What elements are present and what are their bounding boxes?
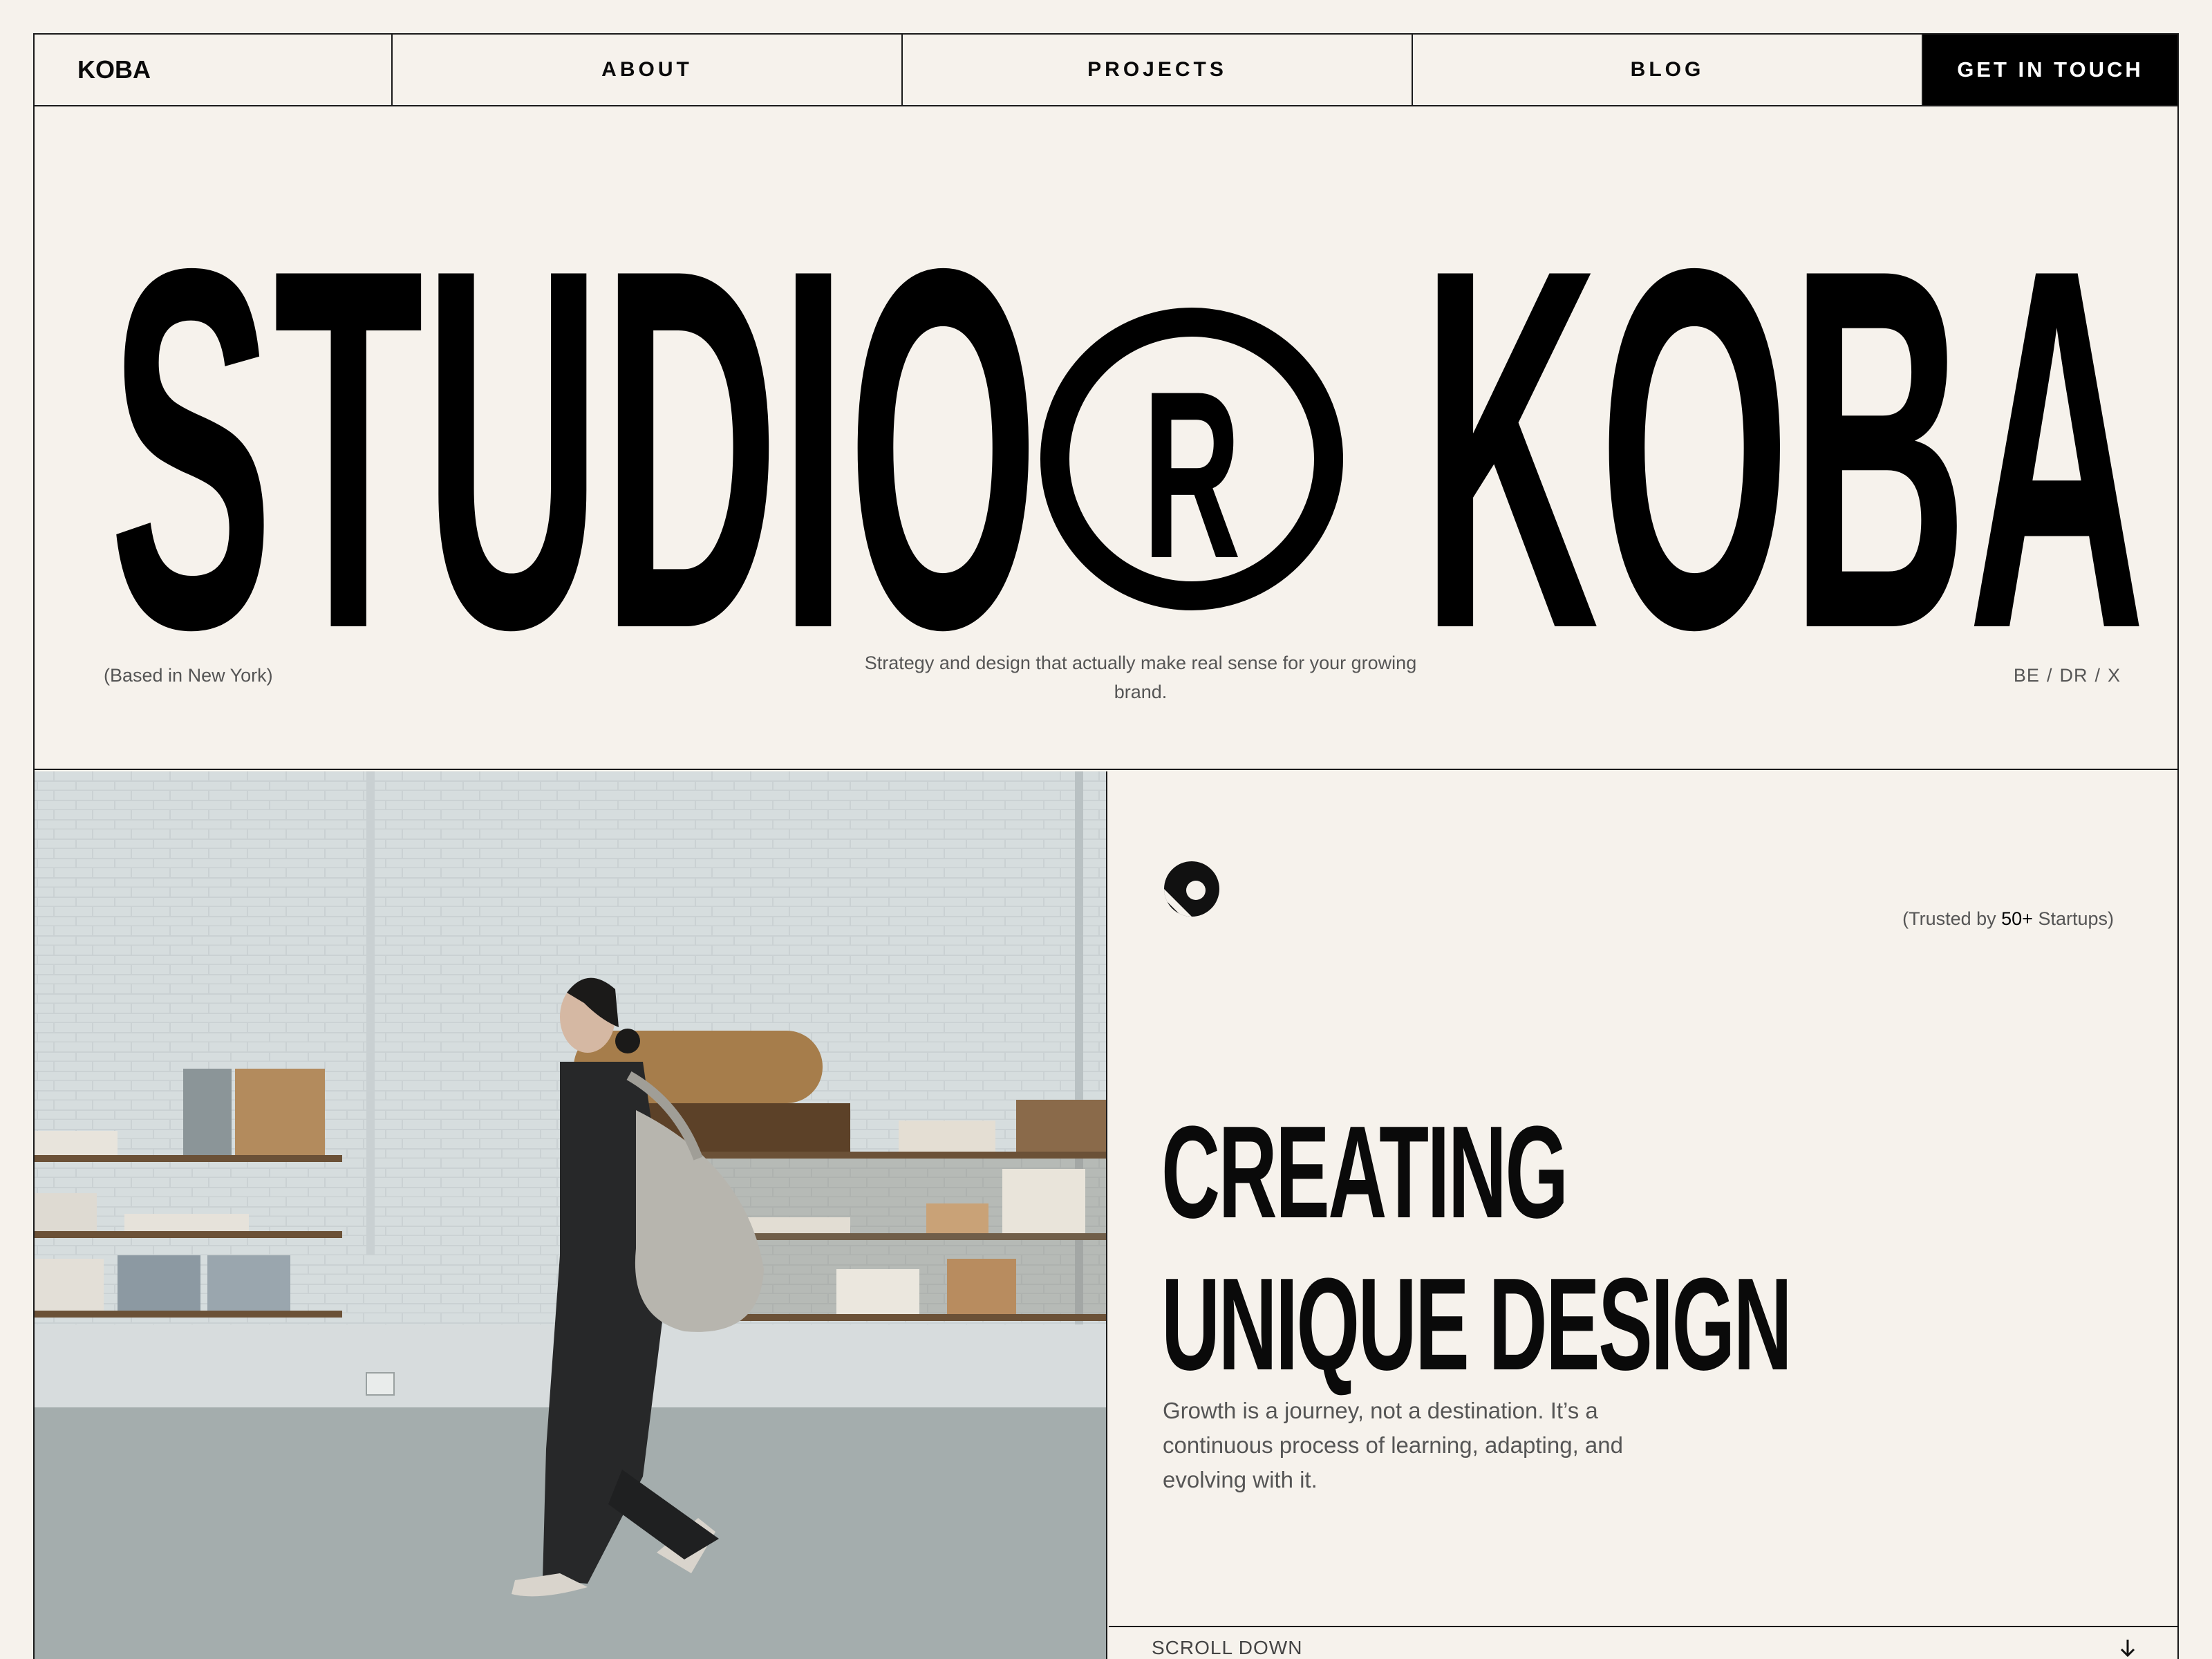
social-link-x[interactable]: X <box>2108 665 2121 686</box>
location-text: (Based in New York) <box>104 665 273 686</box>
brand-mark-icon <box>1164 861 1219 917</box>
scroll-down-button[interactable]: SCROLL DOWN <box>1109 1626 2177 1659</box>
nav-item-blog[interactable]: BLOG <box>1413 35 1923 105</box>
nav-logo-label: KOBA <box>77 55 151 84</box>
intro-panel: (Trusted by 50+ Startups) CREATING UNIQU… <box>1109 771 2177 1659</box>
nav-item-projects-label: PROJECTS <box>1087 58 1227 81</box>
trusted-count: 50+ <box>2001 908 2033 929</box>
section-headline: CREATING UNIQUE DESIGN <box>1161 1096 1792 1400</box>
arrow-down-icon <box>2120 1640 2135 1658</box>
hero-title-koba: KOBA <box>1421 162 2146 735</box>
studio-photo <box>35 771 1107 1659</box>
section-description: Growth is a journey, not a destination. … <box>1163 1398 1623 1492</box>
hero-section: STUDIO R KOBA (Based in New York) Strate… <box>35 106 2177 770</box>
hero-tagline: Strategy and design that actually make r… <box>864 653 1417 702</box>
get-in-touch-button[interactable]: GET IN TOUCH <box>1923 35 2177 105</box>
top-nav: KOBA ABOUT PROJECTS BLOG GET IN TOUCH <box>35 35 2177 106</box>
nav-item-about[interactable]: ABOUT <box>393 35 903 105</box>
registered-mark-letter: R <box>1143 341 1241 608</box>
headline-line-2: UNIQUE DESIGN <box>1161 1251 1792 1398</box>
studio-photo-illustration <box>35 771 1106 1659</box>
headline-line-1: CREATING <box>1161 1099 1568 1246</box>
trusted-suffix: Startups) <box>2032 908 2114 929</box>
trusted-prefix: (Trusted by <box>1902 908 2002 929</box>
social-links: BE / DR / X <box>2013 665 2121 686</box>
social-link-dr[interactable]: DR <box>2059 665 2088 686</box>
nav-item-about-label: ABOUT <box>601 58 693 81</box>
registered-mark-icon: R <box>1040 308 1343 610</box>
nav-logo[interactable]: KOBA <box>35 35 393 105</box>
nav-item-blog-label: BLOG <box>1630 58 1705 81</box>
social-link-be[interactable]: BE <box>2014 665 2040 686</box>
get-in-touch-label: GET IN TOUCH <box>1957 57 2144 82</box>
nav-item-projects[interactable]: PROJECTS <box>903 35 1413 105</box>
scroll-down-label: SCROLL DOWN <box>1152 1637 1303 1658</box>
page-frame: KOBA ABOUT PROJECTS BLOG GET IN TOUCH ST… <box>33 33 2179 1659</box>
trusted-by-text: (Trusted by 50+ Startups) <box>1902 908 2114 930</box>
